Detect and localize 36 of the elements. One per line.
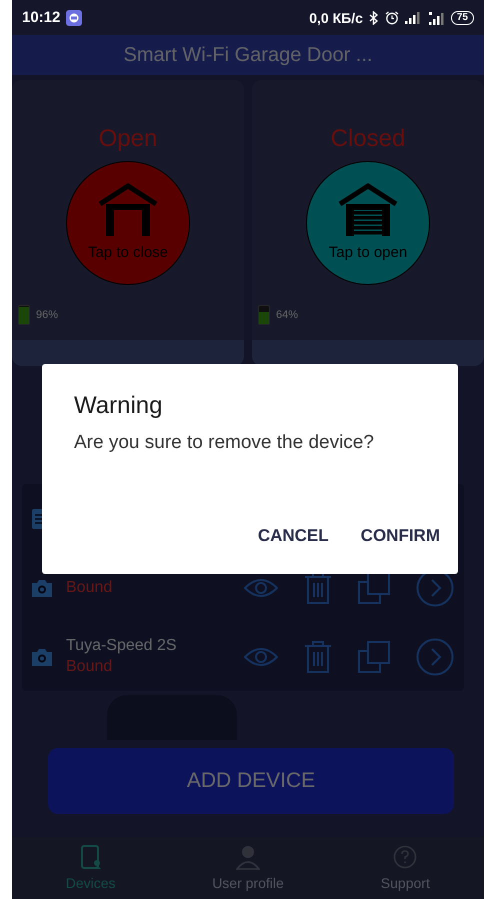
door-state-label: Open [98,125,158,153]
nav-tab[interactable]: Support [326,837,484,899]
battery-percent: 96% [36,309,58,321]
clock-time: 10:12 [22,9,60,26]
signal-4g-icon [426,10,445,24]
garage-door-button[interactable]: Tap to open [306,161,430,285]
battery-level: 75 [450,10,474,24]
nav-tab[interactable]: User profile [169,837,327,899]
battery-percent: 64% [276,309,298,321]
network-speed: 0,0 КБ/с [309,10,363,26]
app-title: Smart Wi-Fi Garage Door ... [12,35,484,75]
dialog-message: Are you sure to remove the device? [74,432,375,454]
tablet-user-icon [78,845,103,871]
alarm-clock-icon [384,10,399,24]
help-icon [393,845,418,871]
dialog-title: Warning [74,392,164,420]
eye-icon[interactable] [244,576,278,598]
person-icon [236,845,260,871]
trash-icon[interactable] [304,572,332,604]
device-name: Tuya-Speed 2S [66,637,178,655]
garage-icon [338,182,398,238]
eye-icon[interactable] [244,646,278,668]
door-state-label: Closed [330,125,406,153]
garage-icon [98,182,158,238]
dialog-button[interactable]: CANCEL [250,518,337,554]
device-status: Bound [66,658,114,676]
add-device-button[interactable]: ADD DEVICE [48,748,454,814]
bluetooth-icon [368,10,379,24]
app-notification-icon [66,10,82,26]
dialog-button[interactable]: CONFIRM [352,518,448,554]
device-status: Bound [66,578,114,596]
garage-door-button[interactable]: Tap to close [66,161,190,285]
copy-icon[interactable] [358,572,390,604]
signal-icon [404,12,421,24]
camera-icon [32,578,52,596]
camera-icon [32,648,52,666]
